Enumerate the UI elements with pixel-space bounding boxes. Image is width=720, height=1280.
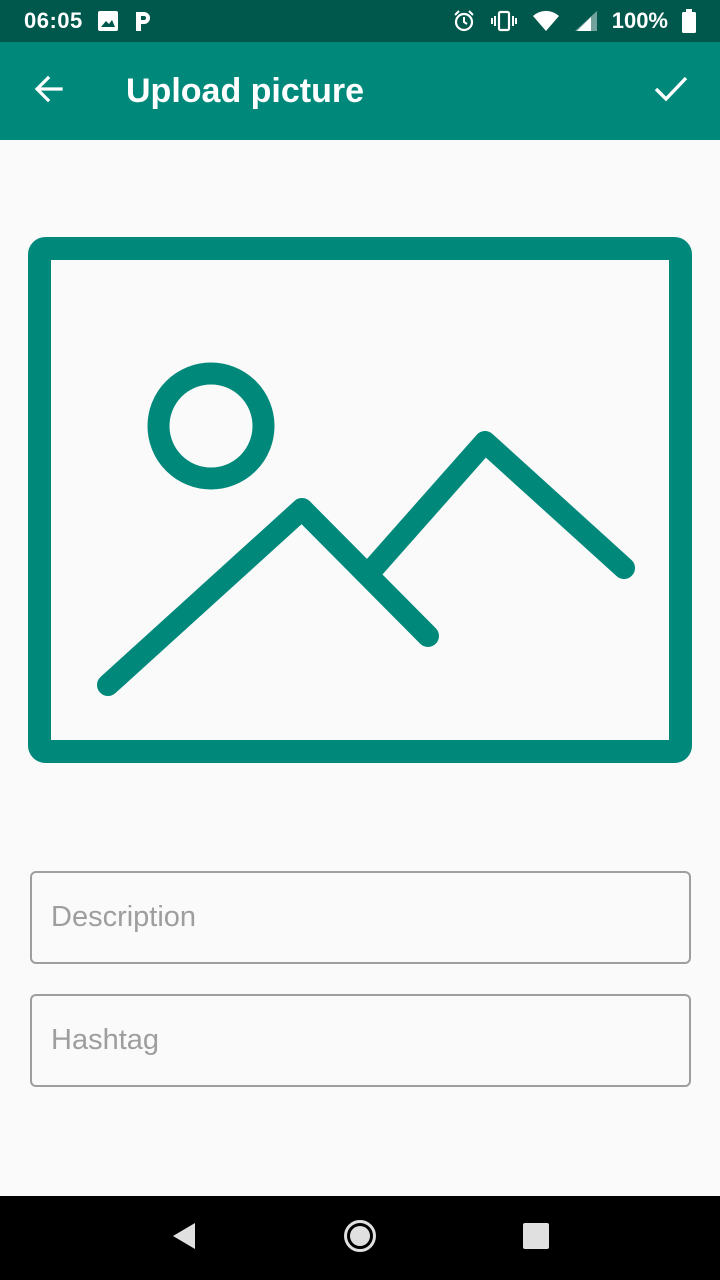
hashtag-field[interactable] [30,994,691,1087]
confirm-button[interactable] [622,42,720,140]
description-field[interactable] [30,871,691,964]
status-right: 100% [452,8,696,34]
image-picker[interactable] [28,237,692,763]
back-button[interactable] [0,42,98,140]
system-nav-bar [0,1196,720,1280]
image-placeholder-icon [28,237,692,763]
arrow-back-icon [33,73,65,110]
status-time: 06:05 [24,8,83,33]
nav-back-button[interactable] [154,1208,214,1268]
battery-icon [682,9,696,33]
hashtag-input[interactable] [32,996,689,1085]
parking-icon [133,10,153,32]
nav-home-button[interactable] [330,1208,390,1268]
back-triangle-icon [171,1221,197,1256]
home-circle-icon [343,1219,377,1258]
nav-recents-button[interactable] [506,1208,566,1268]
check-icon [654,75,688,108]
vibrate-icon [490,10,518,32]
signal-icon [574,10,598,32]
app-bar: Upload picture [0,42,720,140]
image-icon [97,10,119,32]
wifi-icon [532,10,560,32]
alarm-icon [452,9,476,33]
recents-square-icon [522,1222,550,1255]
page-title: Upload picture [126,71,365,110]
description-input[interactable] [32,873,689,962]
status-left: 06:05 [24,8,153,34]
battery-percent: 100% [611,8,668,33]
status-bar: 06:05 100% [0,0,720,42]
